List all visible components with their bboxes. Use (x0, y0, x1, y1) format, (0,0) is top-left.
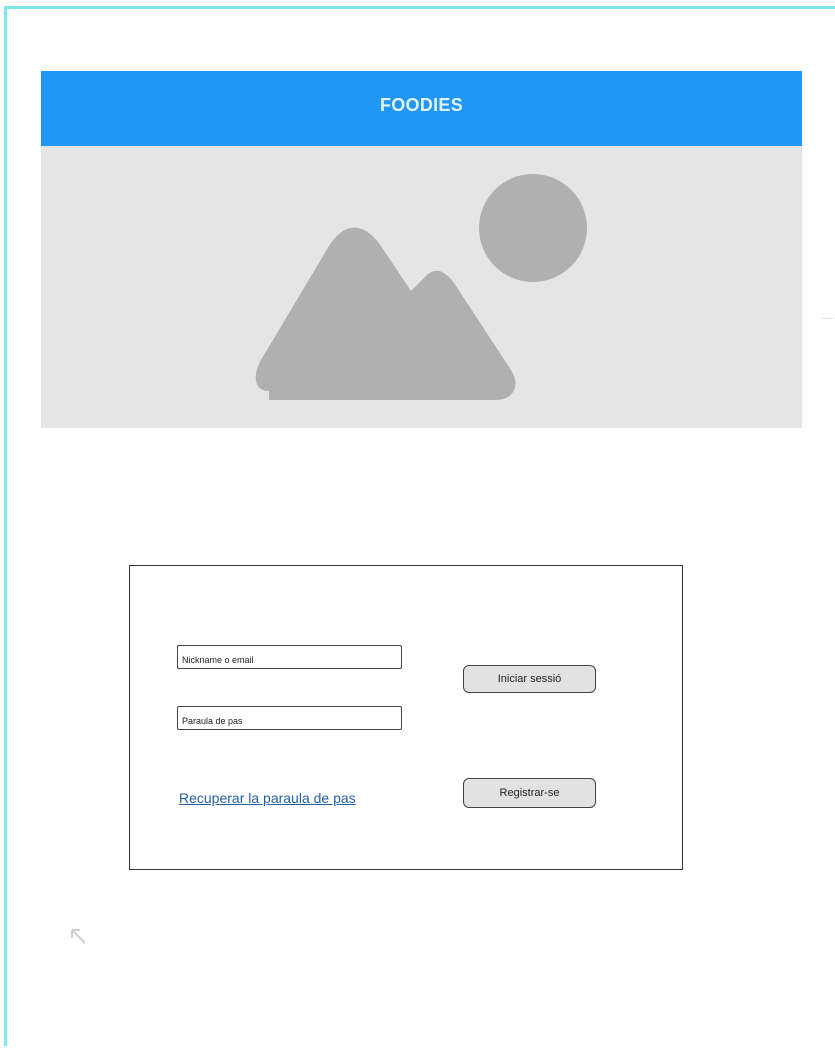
recover-password-link[interactable]: Recuperar la paraula de pas (179, 790, 356, 806)
app-title: FOODIES (379, 95, 464, 115)
image-placeholder-icon (255, 174, 587, 400)
password-input[interactable] (177, 706, 402, 730)
divider-mark (822, 318, 834, 319)
login-form: Iniciar sessió Registrar-se Recuperar la… (129, 565, 683, 870)
resize-arrow-icon[interactable] (68, 926, 90, 948)
register-button[interactable]: Registrar-se (463, 778, 596, 808)
hero-image-placeholder (41, 146, 802, 428)
nickname-email-input[interactable] (177, 645, 402, 669)
login-button[interactable]: Iniciar sessió (463, 665, 596, 693)
mountains-shape (255, 227, 516, 400)
sun-shape (479, 174, 587, 282)
app-header: FOODIES (41, 71, 802, 146)
